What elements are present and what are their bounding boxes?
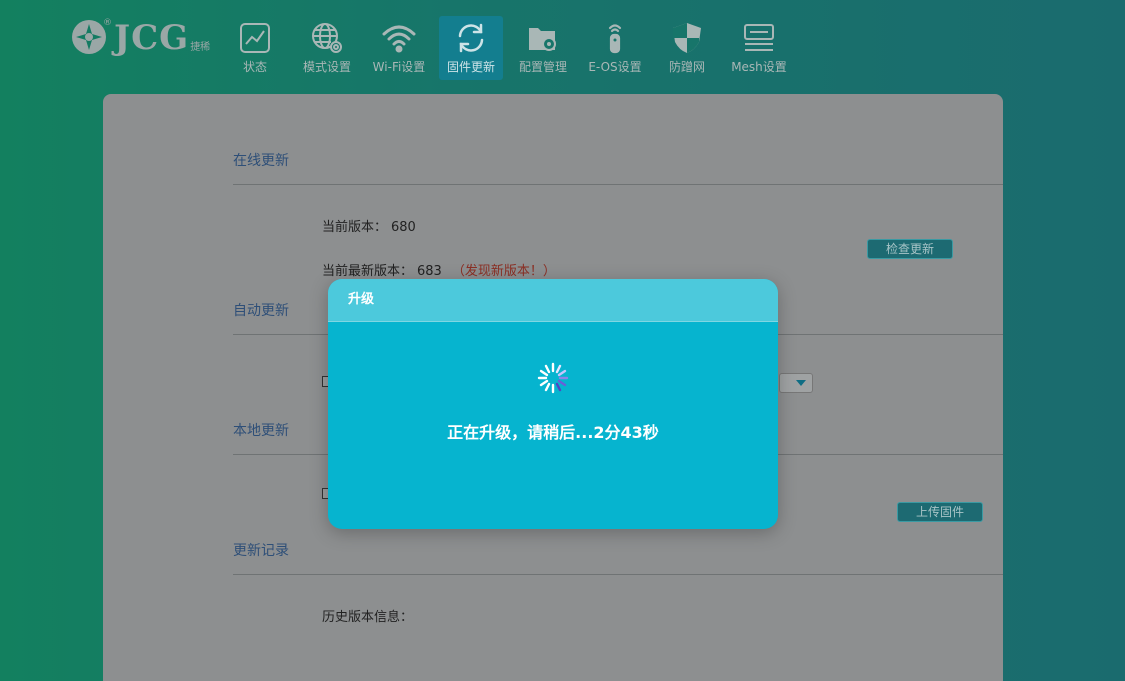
nav-mode[interactable]: 模式设置 <box>291 16 363 80</box>
modal-title: 升级 <box>328 279 778 322</box>
check-update-button[interactable]: 检查更新 <box>867 239 953 259</box>
folder-gear-icon <box>529 28 556 51</box>
update-history-title: 更新记录 <box>233 543 289 559</box>
new-version-note: （发现新版本！） <box>451 264 556 279</box>
nav-status-label: 状态 <box>242 60 267 74</box>
history-label: 历史版本信息： <box>322 610 414 625</box>
upgrade-modal: 升级 正在升级，请稍后...2分43秒 <box>328 279 778 529</box>
refresh-icon <box>458 23 484 53</box>
upgrade-status-message: 正在升级，请稍后...2分43秒 <box>447 423 659 442</box>
upload-firmware-button[interactable]: 上传固件 <box>897 502 983 522</box>
nav-wifi-label: Wi-Fi设置 <box>372 60 426 74</box>
current-version-label: 当前版本： <box>322 220 388 235</box>
local-update-title: 本地更新 <box>233 423 289 439</box>
nav-firmware-label: 固件更新 <box>446 60 495 74</box>
nav-config[interactable]: 配置管理 <box>507 16 579 80</box>
nav-antileech[interactable]: 防蹭网 <box>651 16 723 80</box>
nav-wifi[interactable]: Wi-Fi设置 <box>363 16 435 80</box>
nav-config-label: 配置管理 <box>518 60 567 74</box>
brand-logo: ® JCG 捷稀 <box>72 16 210 56</box>
brand-name: JCG <box>114 18 190 58</box>
latest-version: 当前最新版本： 683 （发现新版本！） <box>322 260 556 279</box>
nav-mesh[interactable]: Mesh设置 <box>723 16 795 80</box>
nav-status[interactable]: 状态 <box>219 16 291 80</box>
globe-gear-icon <box>312 23 342 53</box>
loading-spinner-icon <box>537 362 569 394</box>
auto-update-select[interactable] <box>779 373 813 393</box>
registered-mark: ® <box>103 18 112 28</box>
chevron-down-icon <box>796 380 806 386</box>
logo-emblem-icon: ® <box>72 18 112 54</box>
nav-eos-label: E-OS设置 <box>588 60 642 74</box>
nav-mode-label: 模式设置 <box>302 60 351 74</box>
current-version: 当前版本： 680 <box>322 216 416 235</box>
nav-eos[interactable]: E-OS设置 <box>579 16 651 80</box>
current-version-value: 680 <box>391 220 416 235</box>
antenna-icon <box>608 24 622 54</box>
nav-antileech-label: 防蹭网 <box>668 60 705 74</box>
brand-sub: 捷稀 <box>190 42 211 53</box>
nav-firmware[interactable]: 固件更新 <box>439 16 503 80</box>
top-nav: 状态 模式设置 Wi-Fi设置 固件更新 配置管理 E-OS设置 防蹭网 Mes… <box>219 16 795 80</box>
latest-version-label: 当前最新版本： <box>322 264 414 279</box>
section-divider <box>233 574 1003 575</box>
section-divider <box>233 184 1003 185</box>
chart-icon <box>240 23 270 53</box>
nav-mesh-label: Mesh设置 <box>731 60 787 74</box>
online-update-title: 在线更新 <box>233 153 289 169</box>
wifi-icon <box>382 25 416 53</box>
auto-update-title: 自动更新 <box>233 303 289 319</box>
mesh-list-icon <box>744 24 774 51</box>
shield-icon <box>673 23 701 53</box>
latest-version-value: 683 <box>417 264 442 279</box>
